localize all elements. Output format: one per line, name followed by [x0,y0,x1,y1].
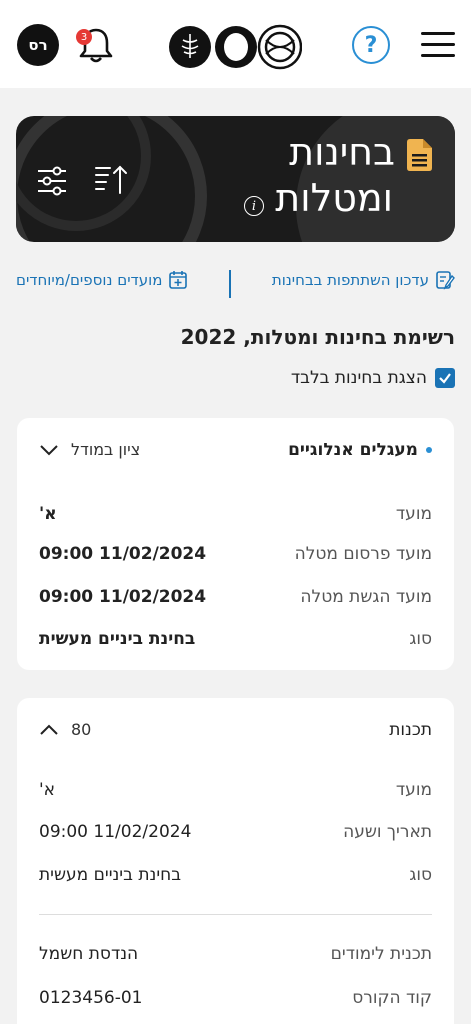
row-label: מועד [395,504,432,524]
card-divider [39,914,432,915]
chevron-down-icon [40,444,58,455]
exams-only-label: הצגת בחינות בלבד [290,368,427,388]
card-row: מועד א' [39,504,432,530]
list-title: רשימת בחינות ומטלות, 2022 [180,325,455,349]
edit-document-icon [436,271,455,290]
chevron-up-icon [40,724,58,735]
row-value: א' [39,504,57,524]
avatar[interactable]: רס [17,24,59,66]
unread-dot [426,447,432,453]
card-row: מועד א' [39,780,432,806]
grade-toggle[interactable]: 80 [39,720,91,739]
row-label: תאריך ושעה [343,822,432,842]
checkmark-icon [439,373,451,384]
university-logo-icon[interactable] [168,24,302,70]
row-label: סוג [409,629,432,649]
exams-only-filter[interactable]: הצגת בחינות בלבד [291,368,455,388]
exams-only-checkbox[interactable] [435,368,455,388]
row-value: 11/02/2024 09:00 [39,544,207,564]
card-row: קוד הקורס 0123456-01 [39,988,432,1014]
exam-card-header: מעגלים אנלוגיים ציון במודל [39,440,432,466]
row-value: 0123456-01 [39,988,143,1008]
card-row: סוג בחינת ביניים מעשית [39,629,432,655]
quick-links: עדכון השתתפות בבחינות מועדים נוספים/מיוח… [0,270,471,300]
page-title: בחינות [289,130,395,174]
document-icon [407,139,432,171]
row-label: סוג [409,865,432,885]
grade-toggle[interactable]: ציון במודל [39,440,140,459]
card-row: סוג בחינת ביניים מעשית [39,865,432,891]
extra-dates-label: מועדים נוספים/מיוחדים [16,271,163,289]
row-value: 11/02/2024 09:00 [39,587,207,607]
grade-value: 80 [71,720,92,739]
app-header: רס 3 ? [0,0,471,88]
calendar-plus-icon [169,271,188,289]
course-title: מעגלים אנלוגיים [288,440,418,460]
extra-dates-link[interactable]: מועדים נוספים/מיוחדים [16,270,188,290]
page-title-line2: ומטלות [275,176,393,220]
row-value: בחינת ביניים מעשית [39,629,196,649]
row-label: מועד [395,780,432,800]
row-value: בחינת ביניים מעשית [39,865,182,885]
row-label: מועד הגשת מטלה [300,587,432,607]
notification-badge: 3 [76,29,92,45]
card-row: תכנית לימודים הנדסת חשמל [39,944,432,970]
card-row: מועד פרסום מטלה 11/02/2024 09:00 [39,544,432,570]
row-value: 11/02/2024 09:00 [39,822,192,842]
row-value: א' [39,780,56,800]
sort-icon[interactable] [94,164,128,196]
page-banner: בחינות ומטלות i [16,116,455,242]
row-label: קוד הקורס [352,988,432,1008]
card-row: תאריך ושעה 11/02/2024 09:00 [39,822,432,848]
menu-icon[interactable] [421,32,455,58]
exam-card[interactable]: מעגלים אנלוגיים ציון במודל מועד א' מועד … [17,418,454,670]
course-title: תכנות [389,720,432,740]
row-label: תכנית לימודים [330,944,432,964]
filter-icon[interactable] [36,166,68,196]
course-name: מעגלים אנלוגיים [288,440,432,460]
exam-card[interactable]: תכנות 80 מועד א' תאריך ושעה 11/02/2024 0… [17,698,454,1024]
info-icon[interactable]: i [244,196,264,216]
grade-in-moodle-label: ציון במודל [71,440,141,459]
course-name: תכנות [389,720,432,740]
card-row: מועד הגשת מטלה 11/02/2024 09:00 [39,587,432,613]
links-divider [229,270,231,298]
row-label: מועד פרסום מטלה [294,544,432,564]
help-button[interactable]: ? [352,26,390,64]
update-participation-link[interactable]: עדכון השתתפות בבחינות [272,270,455,290]
update-participation-label: עדכון השתתפות בבחינות [271,271,429,289]
exam-card-header: תכנות 80 [39,720,432,746]
row-value: הנדסת חשמל [39,944,139,964]
